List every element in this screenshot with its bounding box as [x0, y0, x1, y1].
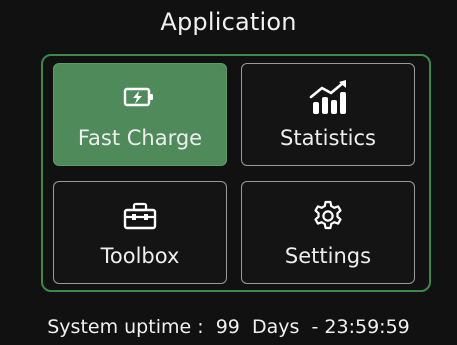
system-uptime-status: System uptime : 99 Days - 23:59:59: [0, 316, 457, 338]
statistics-button[interactable]: Statistics: [241, 63, 415, 166]
toolbox-icon: [120, 196, 160, 236]
uptime-days-unit: Days: [252, 316, 300, 338]
fast-charge-label: Fast Charge: [77, 126, 203, 150]
toolbox-label: Toolbox: [100, 244, 180, 268]
gear-icon: [308, 196, 348, 236]
settings-label: Settings: [284, 244, 372, 268]
uptime-time: - 23:59:59: [311, 316, 410, 338]
bar-chart-trend-icon: [308, 78, 348, 118]
statistics-label: Statistics: [280, 126, 376, 150]
uptime-days-value: 99: [215, 316, 240, 338]
uptime-label: System uptime :: [47, 316, 204, 338]
fast-charge-button[interactable]: Fast Charge: [53, 63, 227, 166]
settings-button[interactable]: Settings: [241, 181, 415, 284]
app-screen: Application Fast Charge Statistics Toolb…: [0, 0, 457, 345]
toolbox-button[interactable]: Toolbox: [53, 181, 227, 284]
page-title: Application: [160, 8, 297, 36]
battery-charging-icon: [120, 78, 160, 118]
